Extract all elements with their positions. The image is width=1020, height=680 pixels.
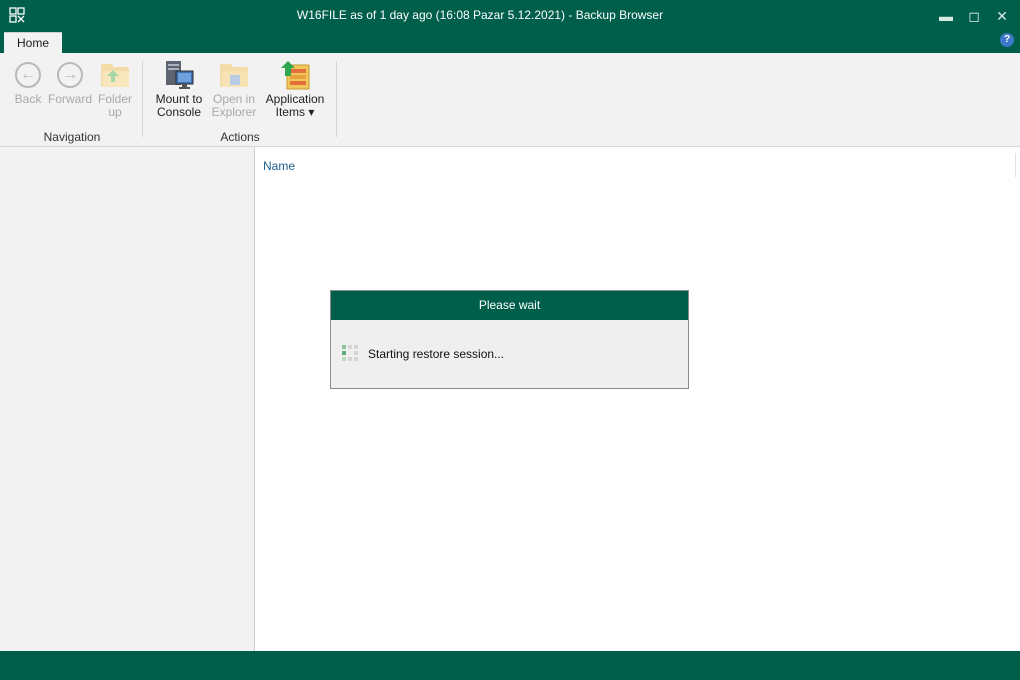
file-list-pane[interactable]: Name bbox=[255, 147, 1020, 651]
back-label: Back bbox=[14, 92, 42, 106]
forward-button[interactable]: → Forward bbox=[48, 59, 92, 106]
dialog-body: Starting restore session... bbox=[331, 320, 688, 388]
forward-label: Forward bbox=[48, 92, 93, 106]
application-items-button[interactable]: Application Items ▾ bbox=[262, 59, 328, 119]
help-icon[interactable]: ? bbox=[1000, 33, 1014, 47]
mount-to-console-button[interactable]: Mount to Console bbox=[150, 59, 208, 119]
status-bar bbox=[0, 651, 1020, 680]
app-items-label-line2: Items ▾ bbox=[275, 105, 315, 119]
title-bar: W16FILE as of 1 day ago (16:08 Pazar 5.1… bbox=[0, 0, 1020, 32]
folder-up-button[interactable]: Folder up bbox=[96, 59, 134, 119]
open-in-explorer-button[interactable]: Open in Explorer bbox=[208, 59, 260, 119]
server-console-icon bbox=[163, 59, 195, 91]
navigation-group-label: Navigation bbox=[43, 130, 101, 144]
forward-arrow-icon: → bbox=[54, 59, 86, 91]
ribbon-tab-strip: Home bbox=[0, 32, 1020, 54]
open-explorer-label-line2: Explorer bbox=[211, 105, 257, 119]
folder-up-icon bbox=[99, 59, 131, 91]
ribbon-separator bbox=[142, 61, 143, 137]
close-button[interactable]: ✕ bbox=[992, 6, 1012, 26]
ribbon-separator bbox=[336, 61, 337, 137]
folder-tree-pane[interactable] bbox=[0, 147, 255, 651]
progress-spinner-icon bbox=[342, 345, 358, 361]
tab-home[interactable]: Home bbox=[4, 32, 62, 54]
ribbon: ← Back → Forward Folder up Navigation Mo… bbox=[0, 53, 1020, 147]
mount-label-line2: Console bbox=[156, 105, 202, 119]
dialog-message: Starting restore session... bbox=[368, 347, 505, 361]
folder-explorer-icon bbox=[218, 59, 250, 91]
column-header-name[interactable]: Name bbox=[263, 159, 295, 173]
minimize-button[interactable]: ▬ bbox=[936, 6, 956, 26]
column-separator bbox=[1015, 153, 1016, 177]
actions-group-label: Actions bbox=[220, 130, 260, 144]
dialog-title: Please wait bbox=[331, 291, 688, 320]
maximize-button[interactable]: ◻ bbox=[964, 6, 984, 26]
back-arrow-icon: ← bbox=[12, 59, 44, 91]
window-title: W16FILE as of 1 day ago (16:08 Pazar 5.1… bbox=[296, 8, 664, 22]
back-button[interactable]: ← Back bbox=[10, 59, 46, 106]
application-items-icon bbox=[279, 59, 311, 91]
folder-up-label-line2: up bbox=[108, 105, 122, 119]
please-wait-dialog: Please wait Starting restore session... bbox=[330, 290, 689, 389]
